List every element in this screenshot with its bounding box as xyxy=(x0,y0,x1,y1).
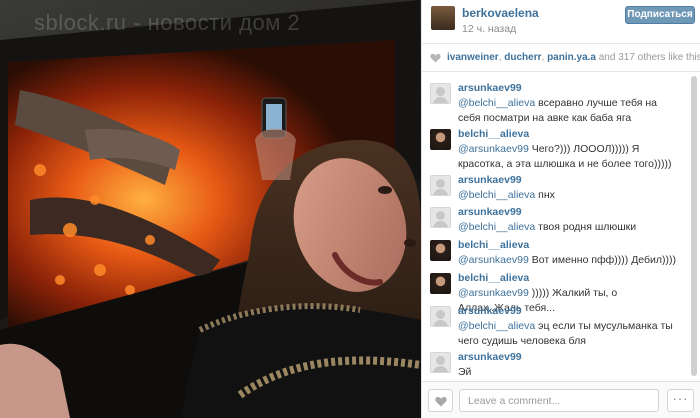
commenter-avatar[interactable] xyxy=(430,240,451,261)
comment-body: пнх xyxy=(535,189,555,201)
author-avatar[interactable] xyxy=(431,6,455,30)
comment-username[interactable]: arsunkaev99 xyxy=(458,174,522,186)
heart-icon xyxy=(430,53,441,63)
liker-link[interactable]: ducherr xyxy=(504,52,541,63)
comments-list[interactable]: arsunkaev99 @belchi__alieva всеравно луч… xyxy=(422,73,700,380)
heart-icon xyxy=(435,397,447,407)
comment-username[interactable]: arsunkaev99 xyxy=(458,82,522,94)
follow-button[interactable]: Подписаться xyxy=(625,6,695,24)
comment-text: @belchi__alieva эц если ты мусульманка т… xyxy=(458,319,680,349)
post-timestamp: 12 ч. назад xyxy=(462,23,517,35)
likes-and-text: and xyxy=(595,52,619,63)
comment-mention[interactable]: @belchi__alieva xyxy=(458,97,535,109)
comment-username[interactable]: arsunkaev99 xyxy=(458,305,522,317)
comment-text: @belchi__alieva всеравно лучше тебя на с… xyxy=(458,96,680,126)
commenter-avatar[interactable] xyxy=(430,273,451,294)
comment-username[interactable]: arsunkaev99 xyxy=(458,351,522,363)
scrollbar-thumb[interactable] xyxy=(691,76,697,376)
comment-mention[interactable]: @arsunkaev99 xyxy=(458,254,529,266)
post-photo: sblock.ru - новости дом 2 xyxy=(0,0,421,418)
author-username[interactable]: berkovaelena xyxy=(462,6,539,20)
likes-count[interactable]: 317 xyxy=(618,52,635,63)
commenter-avatar[interactable] xyxy=(430,306,451,327)
comment-username[interactable]: belchi__alieva xyxy=(458,239,529,251)
commenter-avatar[interactable] xyxy=(430,175,451,196)
comment-text: @arsunkaev99 Чего?))) ЛОООЛ))))) Я красо… xyxy=(458,142,680,172)
comment-text: Эй xyxy=(458,365,680,380)
comment-text: @belchi__alieva твоя родня шлюшки xyxy=(458,220,680,235)
comment-body: твоя родня шлюшки xyxy=(535,221,637,233)
commenter-avatar[interactable] xyxy=(430,207,451,228)
like-button[interactable] xyxy=(428,389,453,412)
liker-link[interactable]: panin.ya.a xyxy=(547,52,596,63)
comment-username[interactable]: arsunkaev99 xyxy=(458,206,522,218)
more-options-button[interactable]: ··· xyxy=(667,389,694,412)
comment-mention[interactable]: @arsunkaev99 xyxy=(458,287,529,299)
liker-link[interactable]: ivanweiner xyxy=(447,52,499,63)
commenter-avatar[interactable] xyxy=(430,129,451,150)
watermark-text: sblock.ru - новости дом 2 xyxy=(34,10,301,35)
comment-username[interactable]: belchi__alieva xyxy=(458,128,529,140)
selfie-image xyxy=(0,0,421,418)
comment-text: @arsunkaev99 Вот именно пфф)))) Дебил)))… xyxy=(458,253,680,268)
likes-suffix: others like this. xyxy=(634,52,700,63)
comment-text: @belchi__alieva пнх xyxy=(458,188,680,203)
comment-mention[interactable]: @belchi__alieva xyxy=(458,189,535,201)
comment-body: Эй xyxy=(458,366,472,378)
likes-summary: ivanweiner, ducherr, panin.ya.a and 317 … xyxy=(422,44,700,72)
comment-username[interactable]: belchi__alieva xyxy=(458,272,529,284)
comment-footer: ··· xyxy=(422,381,700,418)
comments-scrollbar[interactable] xyxy=(690,74,698,380)
comment-body: Вот именно пфф)))) Дебил)))) xyxy=(528,254,677,266)
comment-input[interactable] xyxy=(459,389,659,412)
comment-mention[interactable]: @arsunkaev99 xyxy=(458,143,529,155)
commenter-avatar[interactable] xyxy=(430,83,451,104)
post-header: berkovaelena 12 ч. назад Подписаться xyxy=(422,0,700,44)
commenter-avatar[interactable] xyxy=(430,352,451,373)
comment-mention[interactable]: @belchi__alieva xyxy=(458,320,535,332)
post-details-panel: berkovaelena 12 ч. назад Подписаться iva… xyxy=(421,0,700,418)
comment-mention[interactable]: @belchi__alieva xyxy=(458,221,535,233)
